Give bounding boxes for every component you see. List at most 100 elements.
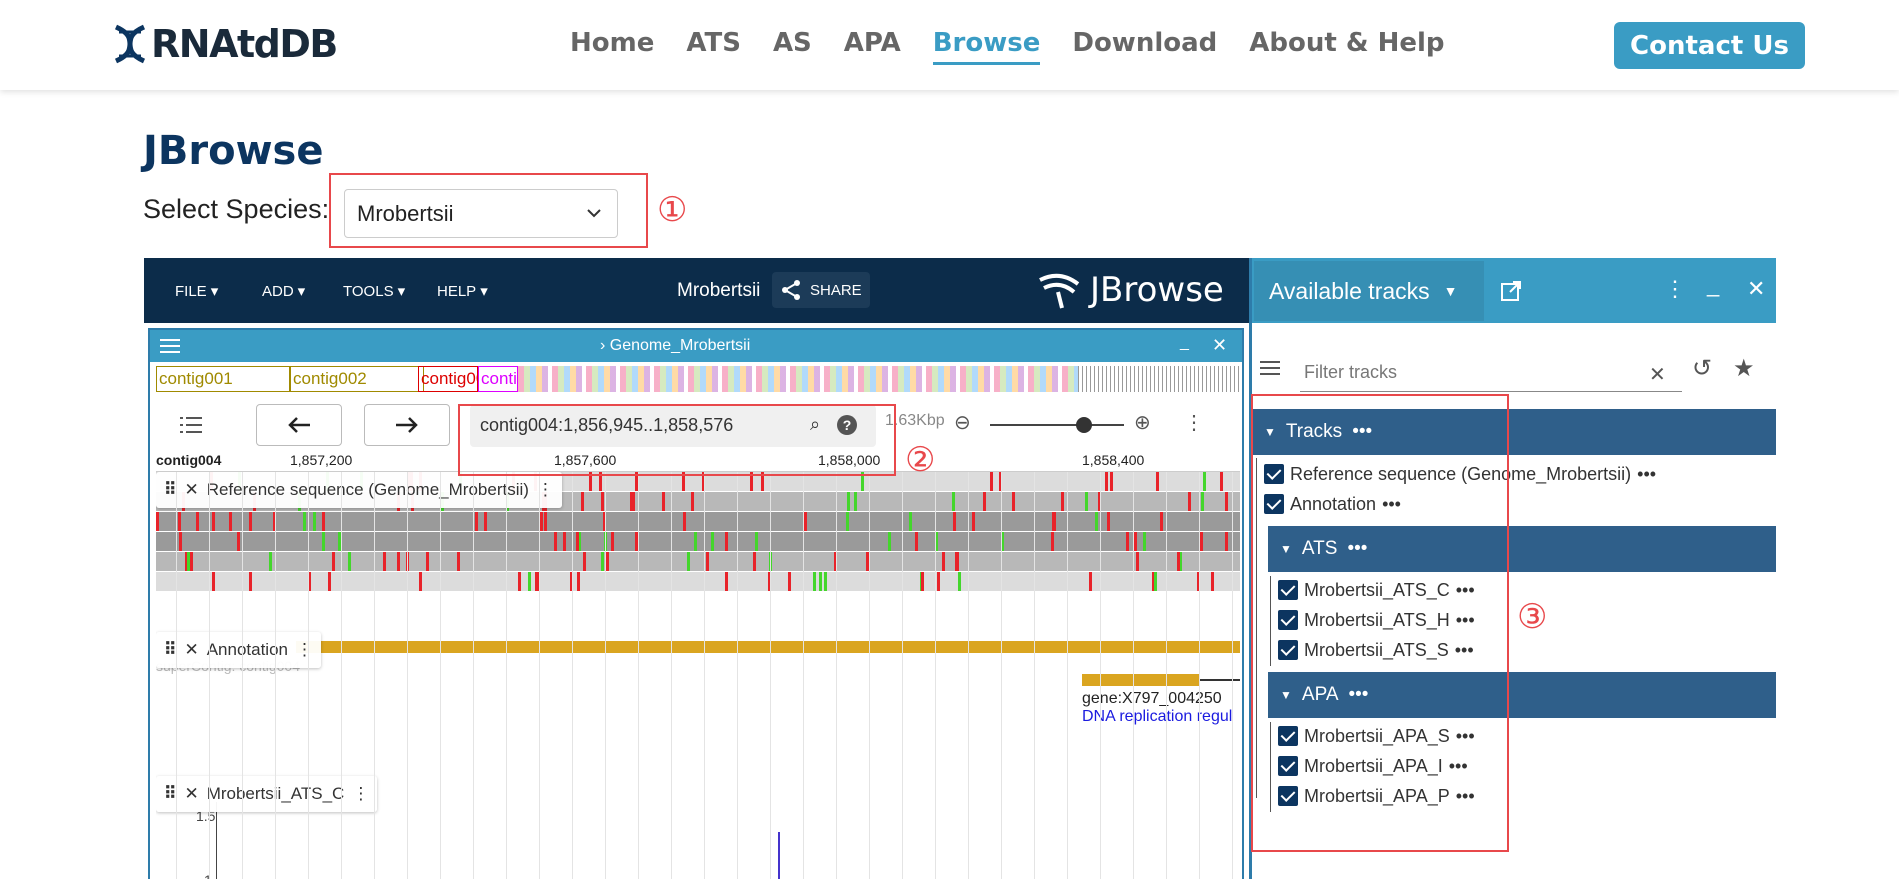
base-mark	[846, 512, 849, 531]
drag-handle-icon[interactable]: ⠿	[164, 480, 176, 500]
open-in-new-icon[interactable]	[1500, 280, 1522, 302]
base-mark	[1188, 492, 1191, 511]
zoom-in-icon[interactable]: ⊕	[1134, 410, 1151, 435]
track-label-ats[interactable]: ⠿ ✕ Mrobertsii_ATS_C ⋮	[156, 776, 378, 812]
nav-browse[interactable]: Browse	[932, 28, 1041, 65]
sequence-row	[156, 572, 1240, 591]
base-mark	[725, 572, 728, 591]
minimize-icon[interactable]: _	[1180, 334, 1189, 352]
close-icon[interactable]: ✕	[1212, 335, 1227, 356]
grid-line	[440, 472, 441, 879]
more-horiz-icon[interactable]: •••	[1637, 464, 1656, 485]
base-mark	[687, 552, 690, 571]
sequence-row	[156, 512, 1240, 531]
clear-filter-icon[interactable]: ✕	[1649, 362, 1666, 387]
pan-left-button[interactable]	[256, 404, 342, 446]
pan-right-button[interactable]	[364, 404, 450, 446]
contact-us-button[interactable]: Contact Us	[1614, 22, 1805, 69]
base-mark	[190, 552, 193, 571]
grid-line	[1001, 472, 1002, 879]
grid-line	[605, 472, 606, 879]
overview-contig[interactable]: contig004	[478, 366, 518, 392]
zoom-slider[interactable]	[990, 417, 1124, 433]
base-mark	[1200, 532, 1203, 551]
base-mark	[1225, 532, 1228, 551]
nav-ats[interactable]: ATS	[686, 28, 741, 65]
base-mark	[484, 512, 487, 531]
base-mark	[229, 512, 232, 531]
star-icon[interactable]: ★	[1733, 354, 1755, 383]
close-icon[interactable]: ✕	[184, 640, 198, 660]
drag-handle-icon[interactable]: ⠿	[164, 784, 176, 804]
base-mark	[611, 532, 614, 551]
close-icon[interactable]: ✕	[1747, 276, 1765, 302]
overview-contig[interactable]: contig001	[156, 366, 290, 392]
history-icon[interactable]: ↺	[1692, 354, 1712, 383]
overview-contig-strip[interactable]	[518, 366, 1078, 392]
minimize-icon[interactable]: _	[1707, 272, 1719, 298]
base-mark	[563, 532, 566, 551]
base-mark	[915, 532, 918, 551]
gene-name-label: gene:X797_004250	[1082, 690, 1222, 707]
base-mark	[156, 512, 159, 531]
nav-about-help[interactable]: About & Help	[1249, 28, 1444, 65]
base-mark	[1095, 512, 1098, 531]
hamburger-menu-icon[interactable]	[1260, 360, 1280, 376]
more-vert-icon[interactable]: ⋮	[1184, 410, 1204, 435]
logo-text: RNAtdDB	[151, 22, 338, 66]
share-button[interactable]: SHARE	[772, 272, 870, 308]
available-tracks-dropdown[interactable]: Available tracks ▼	[1254, 261, 1484, 321]
zoom-out-icon[interactable]: ⊖	[954, 410, 971, 435]
nav-home[interactable]: Home	[570, 28, 654, 65]
nav-apa[interactable]: APA	[844, 28, 901, 65]
menu-help[interactable]: HELP ▾	[437, 282, 488, 301]
base-mark	[1051, 532, 1054, 551]
list-icon[interactable]	[180, 416, 202, 434]
nav-as[interactable]: AS	[773, 28, 812, 65]
grid-line	[374, 472, 375, 879]
track-label-annotation[interactable]: ⠿ ✕ Annotation ⋮	[156, 632, 321, 668]
view-header: › Genome_Mrobertsii _ ✕	[150, 330, 1242, 362]
overview-scale[interactable]: contig001 contig002 contig003 contig004	[156, 366, 1240, 394]
base-mark	[1177, 552, 1180, 571]
base-mark	[196, 512, 199, 531]
annotation-box-species	[329, 173, 648, 248]
hamburger-menu-icon[interactable]	[160, 338, 180, 354]
base-mark	[632, 492, 635, 511]
menu-add[interactable]: ADD ▾	[262, 282, 305, 301]
ruler-tick: 1,857,200	[290, 452, 353, 468]
filter-tracks-input[interactable]: Filter tracks	[1300, 356, 1682, 392]
more-vert-icon[interactable]: ⋮	[352, 784, 369, 804]
track-label-reference[interactable]: ⠿ ✕ Reference sequence (Genome_Mrobertsi…	[156, 472, 562, 508]
base-mark	[1220, 472, 1223, 491]
close-icon[interactable]: ✕	[184, 480, 198, 500]
close-icon[interactable]: ✕	[184, 784, 198, 804]
drag-handle-icon[interactable]: ⠿	[164, 640, 176, 660]
menu-tools[interactable]: TOOLS ▾	[343, 282, 406, 301]
drawer-header: Available tracks ▼ ⋮ _ ✕	[1252, 258, 1776, 323]
base-mark	[683, 512, 686, 531]
zoom-slider-thumb[interactable]	[1076, 417, 1092, 433]
annotation-supercontig-bar[interactable]	[296, 641, 1240, 653]
more-vert-icon[interactable]: ⋮	[1664, 276, 1686, 302]
base-mark	[1053, 512, 1056, 531]
base-mark	[694, 532, 697, 551]
base-mark	[540, 512, 543, 531]
overview-contig[interactable]: contig002	[290, 366, 424, 392]
base-mark	[269, 552, 272, 571]
base-mark	[824, 572, 827, 591]
more-vert-icon[interactable]: ⋮	[296, 640, 313, 660]
base-mark	[332, 552, 335, 571]
jbrowse-app: FILE ▾ ADD ▾ TOOLS ▾ HELP ▾ Mrobertsii SHARE…	[144, 258, 1776, 879]
base-mark	[249, 512, 252, 531]
base-mark	[847, 492, 850, 511]
nav-download[interactable]: Download	[1072, 28, 1217, 65]
grid-line	[638, 472, 639, 879]
base-mark	[706, 552, 709, 571]
caret-down-icon: ▾	[397, 283, 406, 300]
view-name: › Genome_Mrobertsii	[600, 337, 751, 354]
menu-file[interactable]: FILE ▾	[175, 282, 218, 301]
annotation-box-tracks	[1251, 394, 1509, 852]
site-logo[interactable]: RNAtdDB	[113, 22, 338, 66]
overview-contig[interactable]: contig003	[418, 366, 478, 392]
